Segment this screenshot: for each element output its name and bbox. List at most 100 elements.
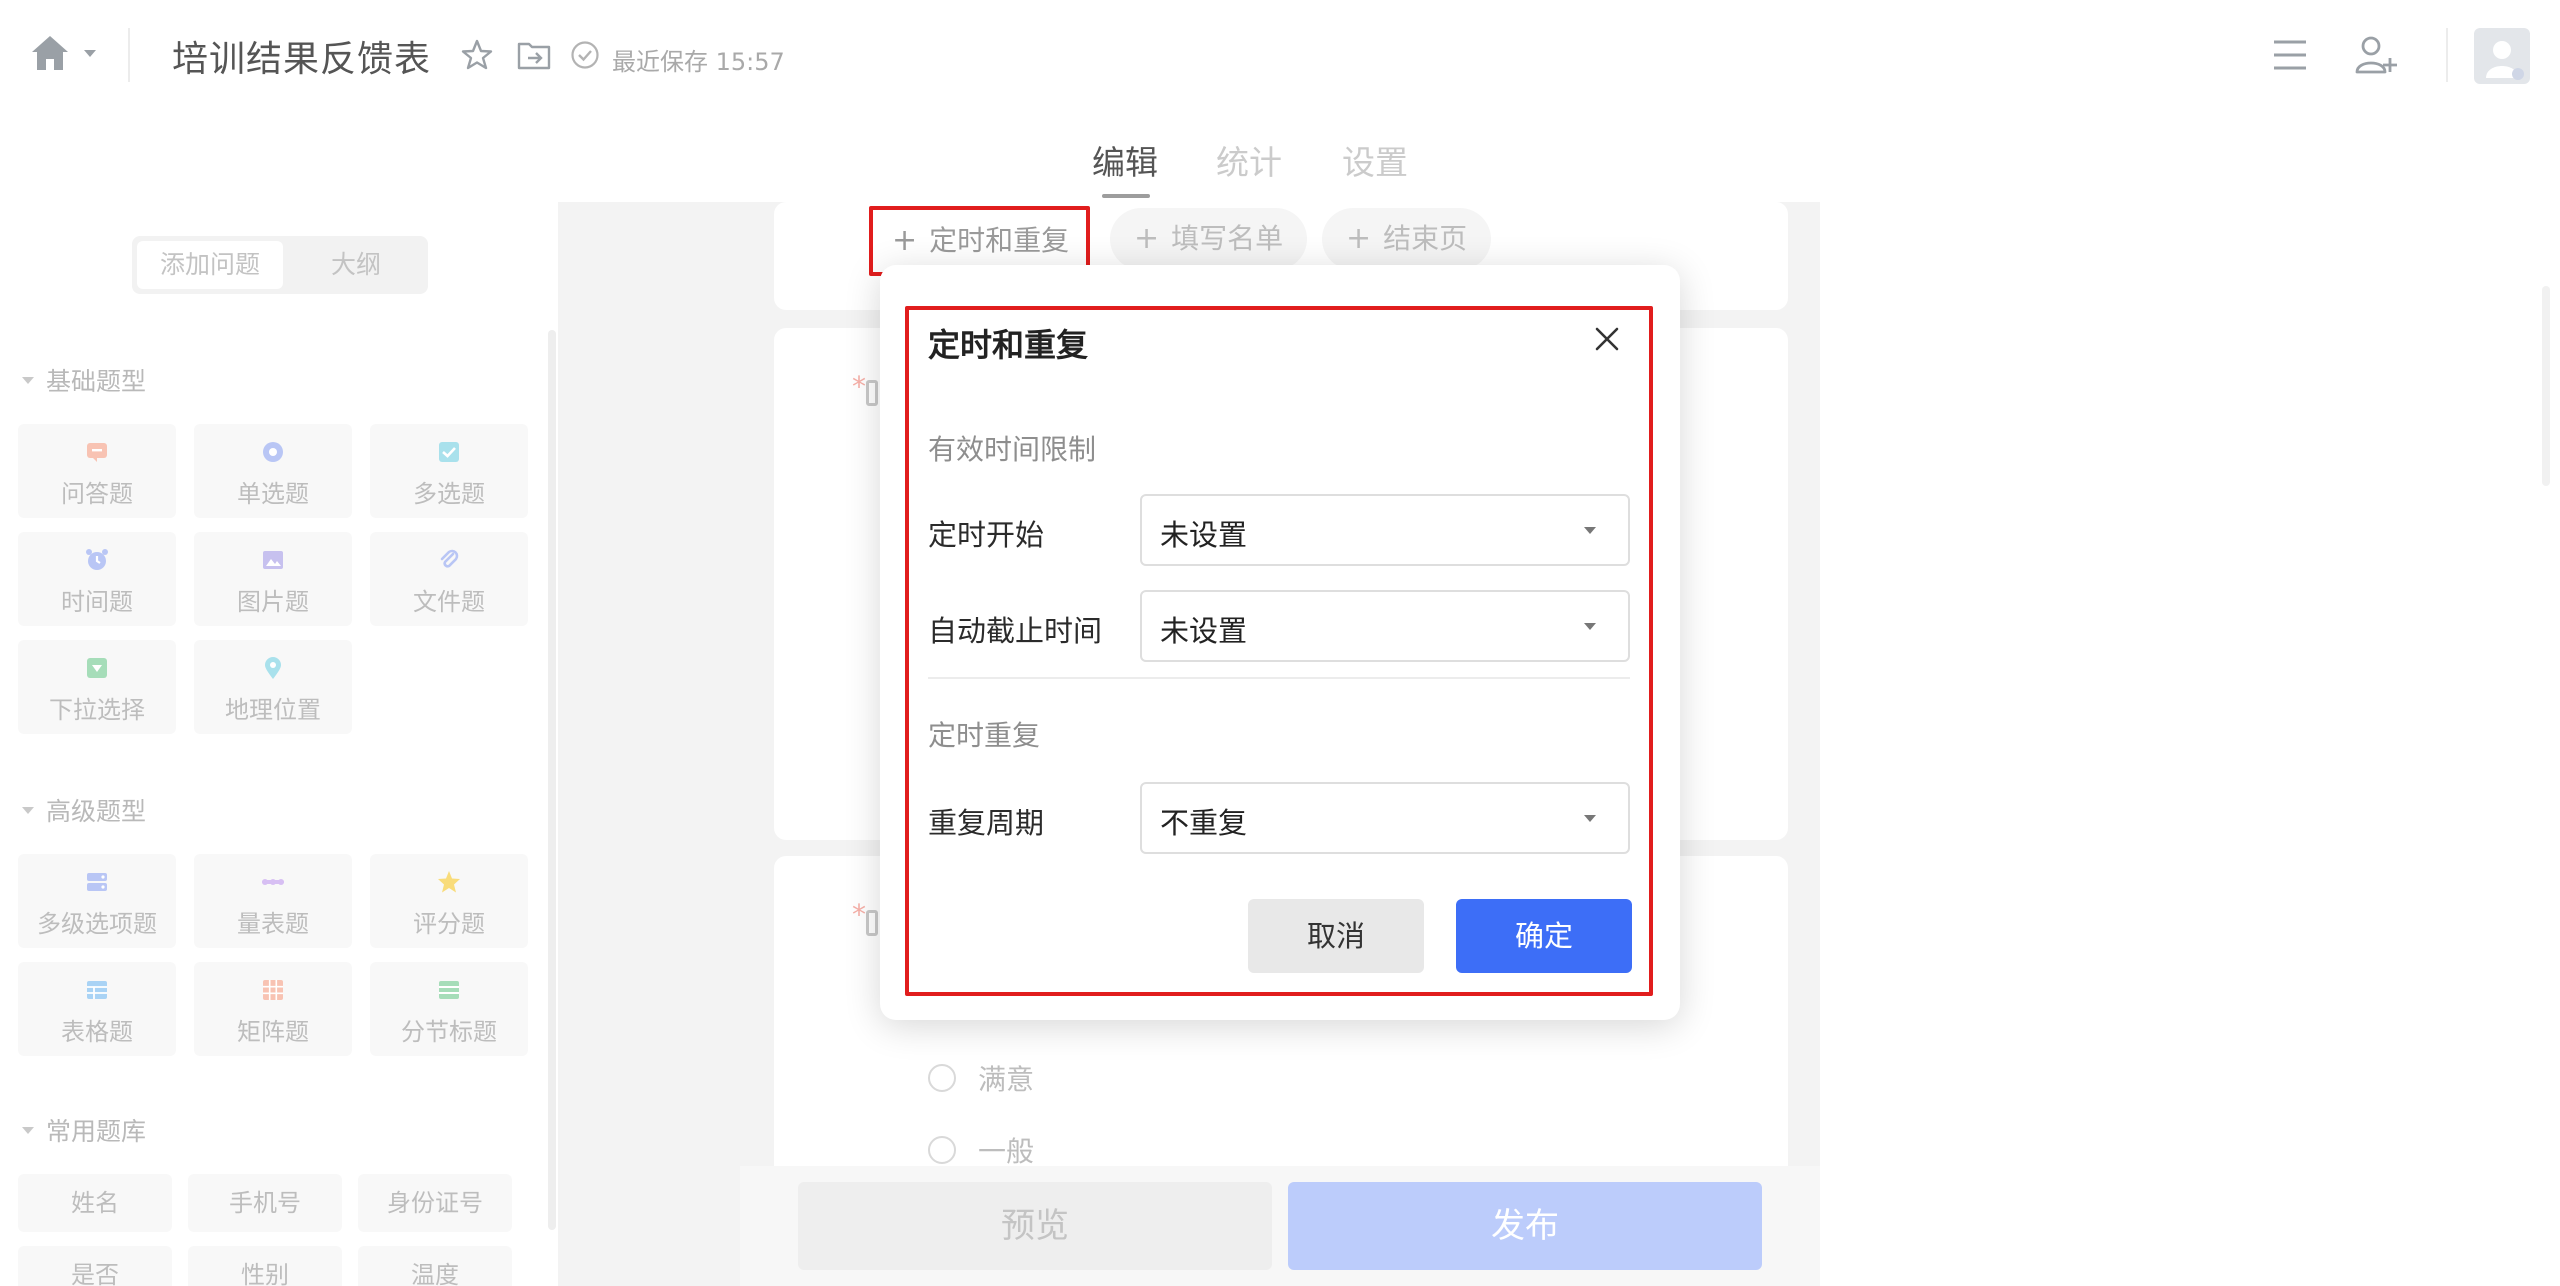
question-number-box [866, 910, 878, 936]
qtype-label: 矩阵题 [237, 1018, 309, 1046]
active-tab-indicator [1102, 194, 1150, 198]
section-title: 高级题型 [46, 797, 147, 826]
header-divider [2446, 28, 2448, 82]
qtype-label: 下拉选择 [49, 696, 145, 724]
checkbox-icon [439, 442, 459, 462]
qtype-file[interactable]: 文件题 [370, 532, 528, 626]
library-item-gender[interactable]: 性别 [188, 1246, 342, 1286]
add-end-page-button[interactable]: + 结束页 [1322, 208, 1492, 270]
qtype-label: 问答题 [61, 480, 133, 508]
section-basic-header[interactable]: 基础题型 [22, 362, 146, 398]
required-star: * [852, 898, 866, 931]
rating-star-icon [438, 871, 460, 893]
chevron-down-icon [84, 49, 96, 57]
library-item-phone[interactable]: 手机号 [188, 1174, 342, 1232]
home-button[interactable] [30, 34, 96, 72]
qtype-matrix[interactable]: 矩阵题 [194, 962, 352, 1056]
qtype-table[interactable]: 表格题 [18, 962, 176, 1056]
top-header: 培训结果反馈表 最近保存 15:57 [0, 0, 2560, 112]
right-pane [1820, 202, 2560, 1286]
radio-icon [928, 1064, 956, 1092]
check-circle-icon [571, 41, 599, 69]
section-valid-time: 有效时间限制 [928, 433, 1097, 466]
start-time-select[interactable]: 未设置 [1140, 494, 1630, 566]
qtype-scale[interactable]: 量表题 [194, 854, 352, 948]
qtype-cascade[interactable]: 多级选项题 [18, 854, 176, 948]
section-repeat: 定时重复 [928, 719, 1041, 752]
qtype-dropdown[interactable]: 下拉选择 [18, 640, 176, 734]
segment-outline[interactable]: 大纲 [288, 241, 424, 289]
panel-segmented-control: 添加问题 大纲 [132, 236, 428, 294]
qtype-label: 多选题 [413, 480, 485, 508]
caret-down-icon [1584, 527, 1596, 534]
option-label: 一般 [978, 1135, 1035, 1168]
qtype-label: 地理位置 [225, 696, 321, 724]
right-scrollbar[interactable] [2542, 286, 2550, 486]
radio-icon [263, 442, 283, 462]
star-icon[interactable] [460, 38, 494, 72]
publish-button[interactable]: 发布 [1288, 1182, 1762, 1270]
library-item-yes-no[interactable]: 是否 [18, 1246, 172, 1286]
document-title[interactable]: 培训结果反馈表 [172, 30, 431, 82]
section-library-header[interactable]: 常用题库 [22, 1112, 146, 1148]
qtype-section-title[interactable]: 分节标题 [370, 962, 528, 1056]
repeat-period-label: 重复周期 [928, 806, 1045, 840]
option-satisfied[interactable]: 满意 [928, 1058, 1034, 1098]
save-status: 最近保存 15:57 [612, 48, 785, 76]
tab-statistics[interactable]: 统计 [1216, 136, 1282, 184]
location-pin-icon [265, 657, 281, 679]
cancel-button[interactable]: 取消 [1248, 899, 1424, 973]
user-avatar-icon [2486, 41, 2524, 80]
qtype-text[interactable]: 问答题 [18, 424, 176, 518]
tab-edit[interactable]: 编辑 [1092, 136, 1158, 184]
qtype-image[interactable]: 图片题 [194, 532, 352, 626]
deadline-label: 自动截止时间 [928, 614, 1103, 648]
select-value: 未设置 [1160, 614, 1248, 648]
radio-icon [928, 1136, 956, 1164]
select-value: 不重复 [1160, 806, 1248, 840]
home-icon [32, 36, 68, 70]
left-scrollbar[interactable] [548, 330, 556, 1230]
close-icon[interactable] [1594, 326, 1620, 352]
section-title: 常用题库 [46, 1117, 147, 1146]
deadline-select[interactable]: 未设置 [1140, 590, 1630, 662]
caret-down-icon [22, 1126, 34, 1134]
tab-settings[interactable]: 设置 [1342, 136, 1408, 184]
qtype-time[interactable]: 时间题 [18, 532, 176, 626]
scale-icon [262, 879, 284, 885]
library-item-name[interactable]: 姓名 [18, 1174, 172, 1232]
qtype-single-choice[interactable]: 单选题 [194, 424, 352, 518]
select-value: 未设置 [1160, 518, 1248, 552]
library-item-id-number[interactable]: 身份证号 [358, 1174, 512, 1232]
segment-add-question[interactable]: 添加问题 [137, 241, 283, 289]
avatar[interactable] [2474, 28, 2530, 84]
qtype-label: 时间题 [61, 588, 133, 616]
caret-down-icon [22, 376, 34, 384]
qtype-rating[interactable]: 评分题 [370, 854, 528, 948]
header-divider [128, 28, 130, 82]
move-to-folder-icon[interactable] [516, 38, 552, 72]
qtype-label: 图片题 [237, 588, 309, 616]
add-user-icon[interactable] [2354, 34, 2400, 76]
repeat-period-select[interactable]: 不重复 [1140, 782, 1630, 854]
text-question-icon [87, 443, 107, 462]
preview-button[interactable]: 预览 [798, 1182, 1272, 1270]
confirm-button[interactable]: 确定 [1456, 899, 1632, 973]
menu-icon[interactable] [2272, 38, 2308, 72]
main-tabs: 编辑 统计 设置 [0, 136, 2560, 202]
section-advanced-header[interactable]: 高级题型 [22, 792, 146, 828]
cascade-list-icon [87, 873, 107, 891]
caret-down-icon [1584, 815, 1596, 822]
dialog-divider [928, 677, 1630, 679]
qtype-label: 量表题 [237, 910, 309, 938]
qtype-multi-choice[interactable]: 多选题 [370, 424, 528, 518]
pill-label: 填写名单 [1171, 222, 1284, 255]
caret-down-icon [1584, 623, 1596, 630]
qtype-location[interactable]: 地理位置 [194, 640, 352, 734]
add-fill-list-button[interactable]: + 填写名单 [1110, 208, 1308, 270]
qtype-label: 分节标题 [401, 1018, 497, 1046]
option-average[interactable]: 一般 [928, 1130, 1034, 1170]
library-item-temperature[interactable]: 温度 [358, 1246, 512, 1286]
option-label: 满意 [978, 1063, 1035, 1096]
dropdown-icon [87, 658, 107, 678]
